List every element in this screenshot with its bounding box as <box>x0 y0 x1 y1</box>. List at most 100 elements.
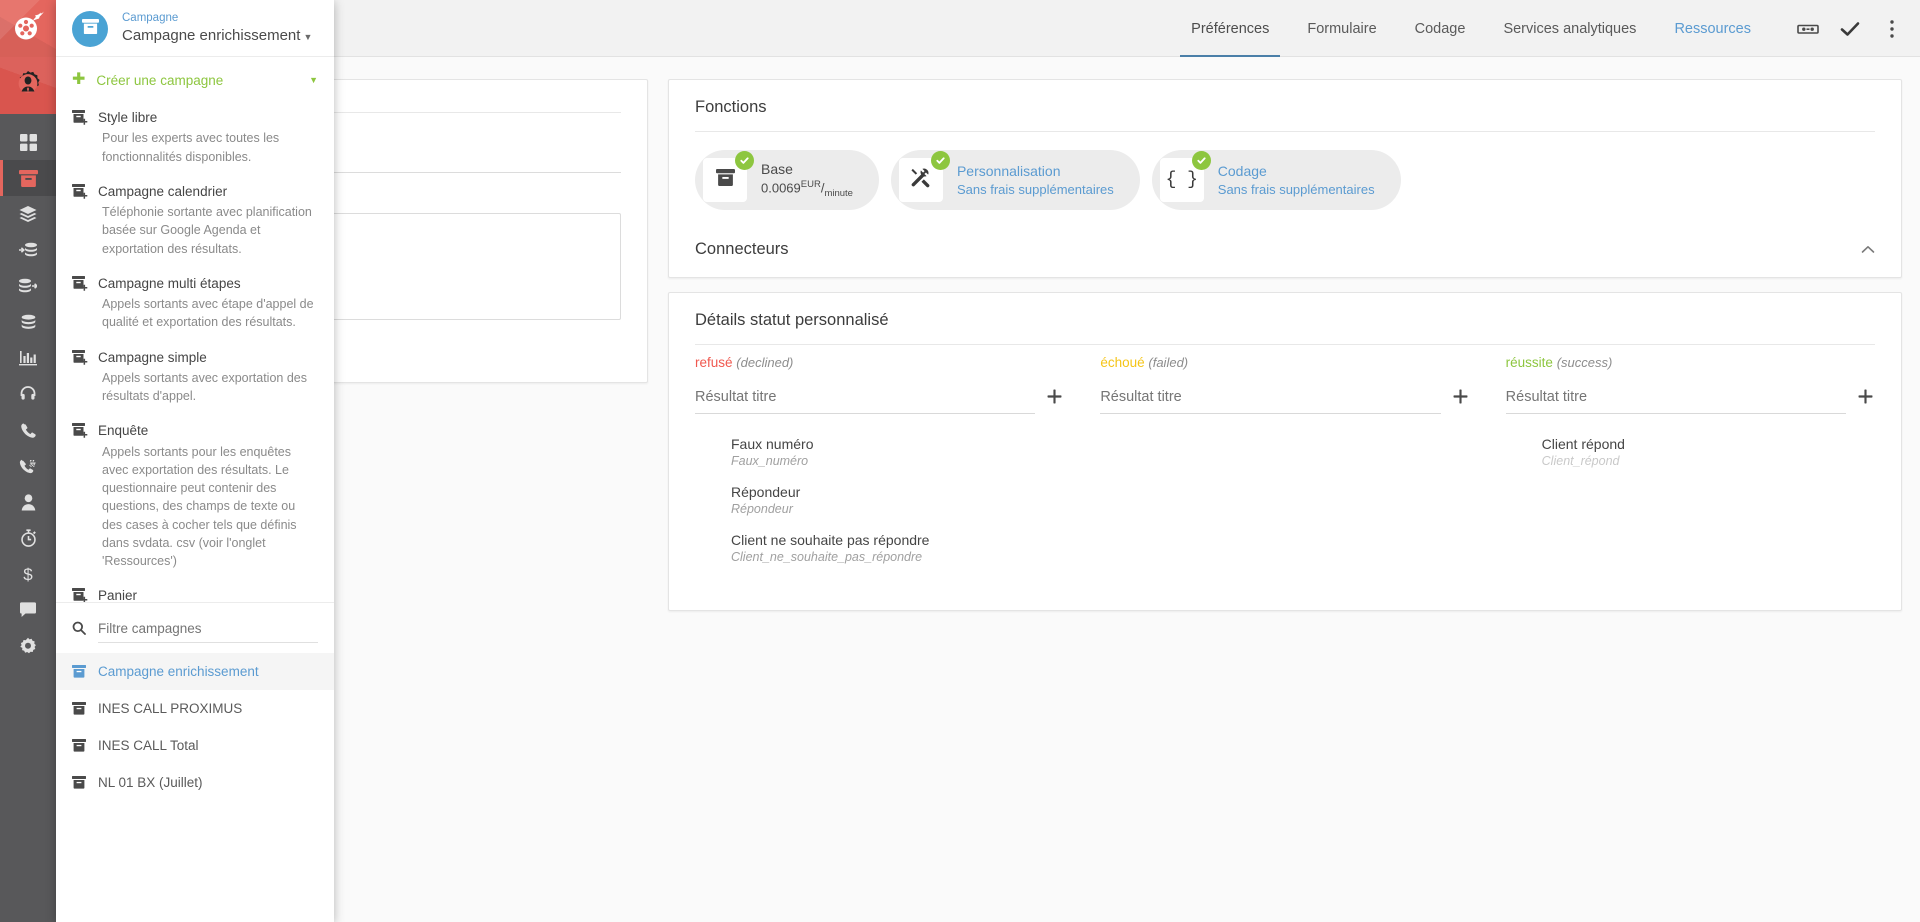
add-result-button[interactable] <box>1856 388 1875 414</box>
list-item[interactable]: Client ne souhaite pas répondre Client_n… <box>731 532 1064 564</box>
result-list <box>1100 414 1469 436</box>
sidebar-item-dashboard[interactable] <box>0 124 56 160</box>
rail-items: $ <box>0 114 56 664</box>
chevron-up-icon[interactable] <box>1861 241 1875 259</box>
result-title-input[interactable] <box>695 384 1036 414</box>
function-base[interactable]: Base 0.0069EUR/minute <box>695 150 879 210</box>
check-badge-icon <box>930 151 950 170</box>
preview-glasses-icon[interactable] <box>1790 11 1826 47</box>
result-title-input[interactable] <box>1100 384 1441 414</box>
main-content: Fonctions Base 0.0069EUR/minute Personna… <box>56 57 1920 922</box>
tab-label: Ressources <box>1674 20 1751 37</box>
statut-column-header: réussite (success) <box>1506 355 1875 370</box>
database-icon <box>20 314 37 331</box>
admin-badge[interactable] <box>0 57 56 114</box>
campaign-dropdown-panel: Campagne Campagne enrichissement ▼ ✚ Crée… <box>56 0 334 922</box>
sidebar-item-contacts[interactable] <box>0 484 56 520</box>
option-title: Campagne multi étapes <box>98 275 241 291</box>
sidebar-item-messages[interactable] <box>0 592 56 628</box>
stopwatch-icon <box>20 529 37 547</box>
brand-logo[interactable] <box>0 0 56 57</box>
phone-hash-icon <box>19 458 37 475</box>
tab-formulaire[interactable]: Formulaire <box>1288 0 1395 57</box>
tab-label: Préférences <box>1191 20 1270 37</box>
caret-down-icon: ▼ <box>303 32 313 43</box>
campaign-type-style-libre[interactable]: Style libre Pour les experts avec toutes… <box>56 102 334 176</box>
add-campaign-icon <box>72 182 98 258</box>
sidebar-item-settings[interactable] <box>0 628 56 664</box>
headset-icon <box>19 385 37 403</box>
sidebar-item-calls[interactable] <box>0 412 56 448</box>
function-personnalisation[interactable]: Personnalisation Sans frais supplémentai… <box>890 150 1140 210</box>
connecteurs-title: Connecteurs <box>695 240 789 258</box>
add-result-button[interactable] <box>1451 388 1470 414</box>
search-input[interactable] <box>98 617 318 643</box>
list-item[interactable]: Campagne enrichissement <box>56 653 334 690</box>
function-name: Base <box>761 160 793 177</box>
sidebar-item-timer[interactable] <box>0 520 56 556</box>
dropdown-title-text: Campagne enrichissement <box>122 27 301 45</box>
statut-card: Détails statut personnalisé refusé (decl… <box>668 292 1902 611</box>
archive-box-icon <box>18 169 38 188</box>
statut-key: (declined) <box>736 355 794 370</box>
sidebar-item-numbers[interactable] <box>0 448 56 484</box>
result-title: Client ne souhaite pas répondre <box>731 532 930 548</box>
result-title-input[interactable] <box>1505 384 1846 414</box>
option-title: Campagne calendrier <box>98 183 228 199</box>
statut-title: Détails statut personnalisé <box>695 311 889 329</box>
braces-icon: { } <box>1165 170 1198 190</box>
campaign-type-simple[interactable]: Campagne simple Appels sortants avec exp… <box>56 342 334 416</box>
add-campaign-icon <box>72 348 98 406</box>
list-item[interactable]: Faux numéro Faux_numéro <box>731 436 1064 468</box>
tab-codage[interactable]: Codage <box>1396 0 1485 57</box>
result-code: Client_ne_souhaite_pas_répondre <box>731 550 923 564</box>
database-import-icon <box>19 241 37 259</box>
sidebar-item-campaigns[interactable] <box>0 160 56 196</box>
create-campaign-button[interactable]: ✚ Créer une campagne ▼ <box>56 57 334 102</box>
connecteurs-header[interactable]: Connecteurs <box>669 236 1901 277</box>
check-icon[interactable] <box>1832 11 1868 47</box>
campaign-type-calendrier[interactable]: Campagne calendrier Téléphonie sortante … <box>56 176 334 268</box>
user-gear-icon <box>12 67 44 104</box>
campaign-dropdown-header[interactable]: Campagne Campagne enrichissement ▼ <box>56 0 334 57</box>
tab-services-analytiques[interactable]: Services analytiques <box>1484 0 1655 57</box>
fonctions-card: Fonctions Base 0.0069EUR/minute Personna… <box>668 79 1902 278</box>
tab-ressources[interactable]: Ressources <box>1655 0 1770 57</box>
sidebar-item-database[interactable] <box>0 304 56 340</box>
campaign-label: Campagne enrichissement <box>98 664 259 679</box>
price-value: 0.0069 <box>761 179 801 195</box>
topbar-actions <box>1790 0 1910 57</box>
list-item[interactable]: Client répond Client_répond <box>1542 436 1875 468</box>
dollar-icon: $ <box>22 565 34 583</box>
function-icon-wrap <box>703 151 754 202</box>
list-item[interactable]: Répondeur Répondeur <box>731 484 1064 516</box>
add-campaign-icon <box>72 108 98 166</box>
campaign-type-enquete[interactable]: Enquête Appels sortants pour les enquête… <box>56 415 334 580</box>
sidebar-item-agents[interactable] <box>0 376 56 412</box>
tab-preferences[interactable]: Préférences <box>1172 0 1288 57</box>
archive-box-icon <box>72 702 86 715</box>
sidebar-item-layers[interactable] <box>0 196 56 232</box>
sidebar-item-billing[interactable]: $ <box>0 556 56 592</box>
dropdown-title: Campagne enrichissement ▼ <box>122 25 312 46</box>
list-item[interactable]: INES CALL PROXIMUS <box>56 690 334 727</box>
plus-icon: ✚ <box>72 71 86 88</box>
sidebar-item-data-export[interactable] <box>0 268 56 304</box>
list-item[interactable]: NL 01 BX (Juillet) <box>56 764 334 801</box>
more-vertical-icon[interactable] <box>1874 11 1910 47</box>
price-currency: EUR <box>800 178 821 190</box>
campaign-type-panier[interactable]: Panier Campagne télévente avec catalogue… <box>56 580 334 602</box>
function-codage[interactable]: { } Codage Sans frais supplémentaires <box>1151 150 1401 210</box>
bar-chart-icon <box>19 350 37 366</box>
campaign-type-multi-etapes[interactable]: Campagne multi étapes Appels sortants av… <box>56 268 334 342</box>
phone-icon <box>20 422 37 439</box>
statut-column-header: échoué (failed) <box>1100 355 1469 370</box>
statut-label: échoué <box>1100 355 1145 370</box>
list-item[interactable]: INES CALL Total <box>56 727 334 764</box>
result-code: Répondeur <box>731 502 793 516</box>
add-result-button[interactable] <box>1045 388 1064 414</box>
sidebar-item-data-import[interactable] <box>0 232 56 268</box>
tab-label: Services analytiques <box>1503 20 1637 37</box>
sidebar-item-reports[interactable] <box>0 340 56 376</box>
campaign-label: INES CALL Total <box>98 738 199 753</box>
